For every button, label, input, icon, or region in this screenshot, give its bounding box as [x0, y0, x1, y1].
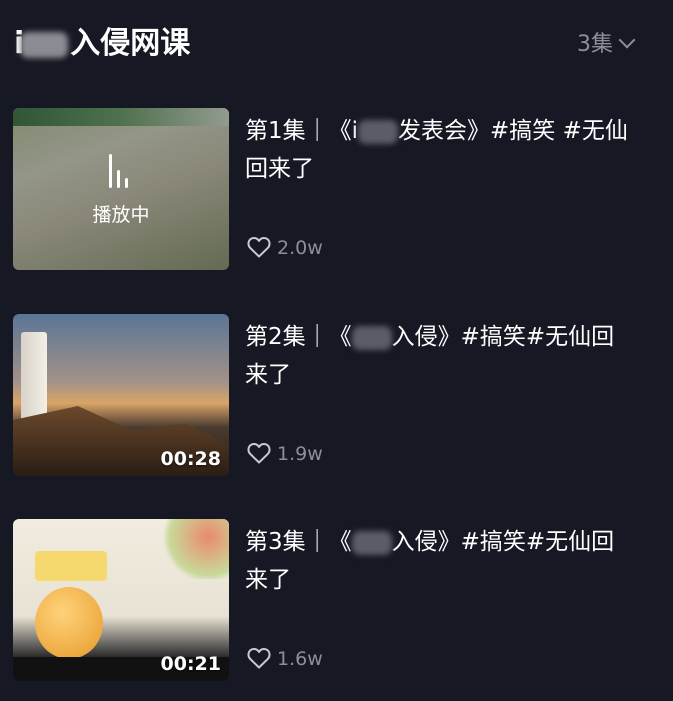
- title-suffix: 入侵网课: [70, 26, 191, 61]
- episode-thumbnail[interactable]: 00:21: [13, 519, 229, 681]
- like-count[interactable]: 2.0w: [247, 236, 323, 260]
- episode-thumbnail[interactable]: 00:28: [13, 314, 229, 476]
- video-duration: 00:21: [160, 653, 221, 675]
- thumbnail-image: [21, 332, 47, 422]
- episode-item-1[interactable]: 播放中 第1集｜《i 发表会》#搞笑 #无仙回来了 2.0w: [13, 108, 653, 270]
- heart-outline-icon: [247, 236, 271, 257]
- chevron-down-icon: [618, 31, 636, 49]
- sound-wave-icon: [109, 154, 133, 188]
- episode-title[interactable]: 第1集｜《i 发表会》#搞笑 #无仙回来了: [245, 112, 637, 188]
- title-censor-mark: [351, 325, 392, 350]
- episode-title[interactable]: 第2集｜《 入侵》#搞笑#无仙回来了: [245, 318, 637, 394]
- thumbnail-image: [35, 587, 103, 659]
- title-censor-mark: [20, 31, 69, 58]
- episode-item-2[interactable]: 00:28 第2集｜《 入侵》#搞笑#无仙回来了 1.9w: [13, 314, 653, 476]
- playing-label: 播放中: [92, 204, 150, 226]
- title-censor-mark: [358, 119, 399, 144]
- episode-thumbnail[interactable]: 播放中: [13, 108, 229, 270]
- episode-count-label: 3集: [577, 32, 613, 57]
- playing-overlay: [13, 108, 229, 270]
- thumbnail-image: [159, 519, 229, 579]
- heart-outline-icon: [247, 442, 271, 463]
- video-duration: 00:28: [160, 448, 221, 470]
- heart-outline-icon: [247, 647, 271, 668]
- episode-count-toggle[interactable]: 3集: [577, 30, 636, 60]
- like-count[interactable]: 1.6w: [247, 647, 323, 671]
- like-count[interactable]: 1.9w: [247, 442, 323, 466]
- episode-item-3[interactable]: 00:21 第3集｜《 入侵》#搞笑#无仙回来了 1.6w: [13, 519, 653, 681]
- collection-title: i 入侵网课: [14, 24, 190, 64]
- collection-header: i 入侵网课 3集: [14, 20, 636, 70]
- title-censor-mark: [351, 530, 392, 555]
- thumbnail-image: [35, 551, 107, 581]
- episode-title[interactable]: 第3集｜《 入侵》#搞笑#无仙回来了: [245, 523, 637, 599]
